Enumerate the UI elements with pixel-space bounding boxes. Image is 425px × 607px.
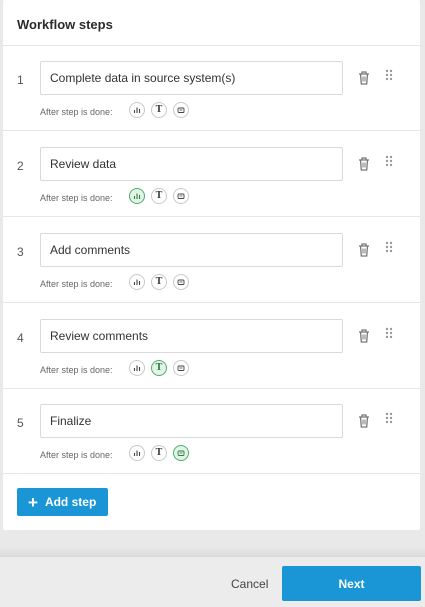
- step-number: 2: [17, 159, 24, 173]
- drag-handle-icon[interactable]: [384, 241, 394, 255]
- after-step-label: After step is done:: [40, 450, 113, 460]
- bar-chart-icon[interactable]: [129, 102, 145, 118]
- step-name-input[interactable]: [40, 404, 343, 438]
- text-T-icon[interactable]: T: [151, 445, 167, 461]
- after-step-label: After step is done:: [40, 107, 113, 117]
- step-name-input[interactable]: [40, 319, 343, 353]
- bar-chart-icon[interactable]: [129, 360, 145, 376]
- delete-icon[interactable]: [357, 242, 371, 258]
- delete-icon[interactable]: [357, 156, 371, 172]
- cancel-button[interactable]: Cancel: [231, 577, 268, 591]
- drag-handle-icon[interactable]: [384, 412, 394, 426]
- panel-title: Workflow steps: [17, 17, 113, 32]
- step-row: 4 After step is done: T: [3, 304, 420, 389]
- text-T-icon[interactable]: T: [151, 274, 167, 290]
- next-button[interactable]: Next: [282, 566, 421, 601]
- workflow-steps-panel: Workflow steps 1 After step is done: T 2…: [3, 0, 420, 530]
- delete-icon[interactable]: [357, 413, 371, 429]
- message-icon[interactable]: [173, 188, 189, 204]
- step-name-input[interactable]: [40, 147, 343, 181]
- step-row: 3 After step is done: T: [3, 218, 420, 303]
- after-step-label: After step is done:: [40, 193, 113, 203]
- text-T-icon[interactable]: T: [151, 188, 167, 204]
- step-row: 2 After step is done: T: [3, 132, 420, 217]
- step-row: 1 After step is done: T: [3, 46, 420, 131]
- step-number: 4: [17, 331, 24, 345]
- step-row: 5 After step is done: T: [3, 389, 420, 474]
- after-step-label: After step is done:: [40, 365, 113, 375]
- drag-handle-icon[interactable]: [384, 155, 394, 169]
- message-icon[interactable]: [173, 102, 189, 118]
- bar-chart-icon[interactable]: [129, 188, 145, 204]
- step-name-input[interactable]: [40, 61, 343, 95]
- text-T-icon[interactable]: T: [151, 102, 167, 118]
- step-number: 3: [17, 245, 24, 259]
- message-icon[interactable]: [173, 445, 189, 461]
- dialog-footer: Cancel Next: [0, 557, 425, 607]
- bar-chart-icon[interactable]: [129, 445, 145, 461]
- add-step-label: Add step: [44, 495, 97, 509]
- delete-icon[interactable]: [357, 328, 371, 344]
- plus-icon: +: [28, 492, 38, 512]
- add-step-button[interactable]: + Add step: [17, 488, 108, 516]
- message-icon[interactable]: [173, 274, 189, 290]
- bar-chart-icon[interactable]: [129, 274, 145, 290]
- step-number: 5: [17, 416, 24, 430]
- delete-icon[interactable]: [357, 70, 371, 86]
- step-name-input[interactable]: [40, 233, 343, 267]
- drag-handle-icon[interactable]: [384, 69, 394, 83]
- text-T-icon[interactable]: T: [151, 360, 167, 376]
- drag-handle-icon[interactable]: [384, 327, 394, 341]
- message-icon[interactable]: [173, 360, 189, 376]
- after-step-label: After step is done:: [40, 279, 113, 289]
- step-number: 1: [17, 73, 24, 87]
